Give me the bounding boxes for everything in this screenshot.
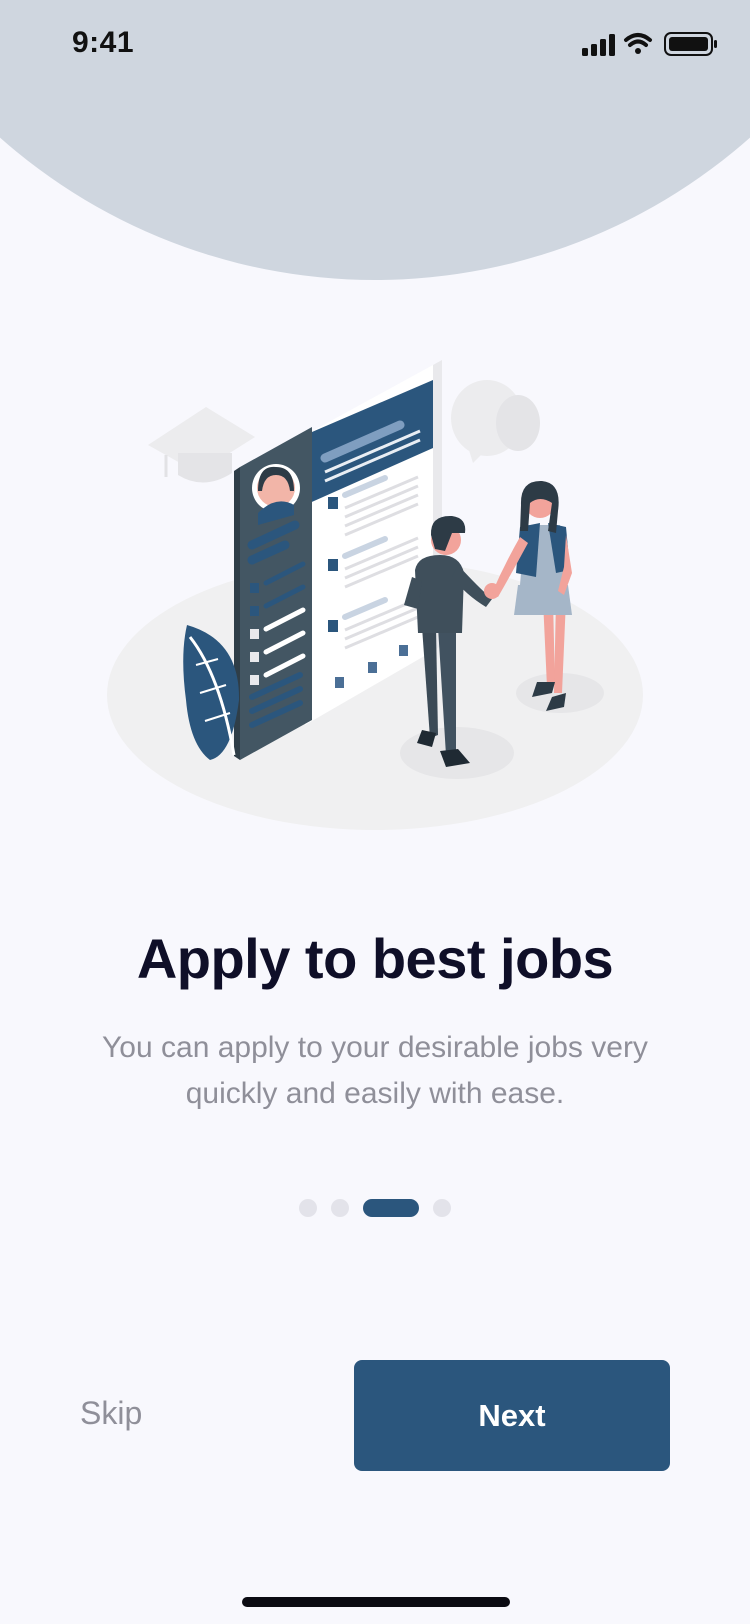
job-application-illustration xyxy=(100,355,650,865)
chat-bubbles-icon xyxy=(451,380,540,463)
page-dot-3-active[interactable] xyxy=(363,1199,419,1217)
page-dot-2[interactable] xyxy=(331,1199,349,1217)
status-time: 9:41 xyxy=(72,26,135,59)
battery-icon xyxy=(664,32,717,56)
onboarding-screen: 9:41 Apply to best jobs You can apply to… xyxy=(0,0,750,1624)
onboarding-subtitle: You can apply to your desirable jobs ver… xyxy=(102,1031,648,1110)
status-icons xyxy=(580,31,720,57)
status-icons-svg xyxy=(582,32,717,56)
status-bar: 9:41 xyxy=(0,0,750,92)
onboarding-title: Apply to best jobs xyxy=(136,926,614,990)
next-button[interactable]: Next xyxy=(354,1360,670,1471)
profile-panel xyxy=(234,427,312,760)
page-dot-4[interactable] xyxy=(433,1199,451,1217)
wifi-icon xyxy=(624,33,652,54)
cellular-signal-icon xyxy=(582,34,615,56)
next-button-label: Next xyxy=(478,1397,546,1433)
page-dot-1[interactable] xyxy=(299,1199,317,1217)
illustration-svg xyxy=(107,360,643,830)
pagination-dots xyxy=(0,1199,750,1217)
home-indicator xyxy=(242,1597,510,1607)
skip-button[interactable]: Skip xyxy=(80,1395,142,1439)
